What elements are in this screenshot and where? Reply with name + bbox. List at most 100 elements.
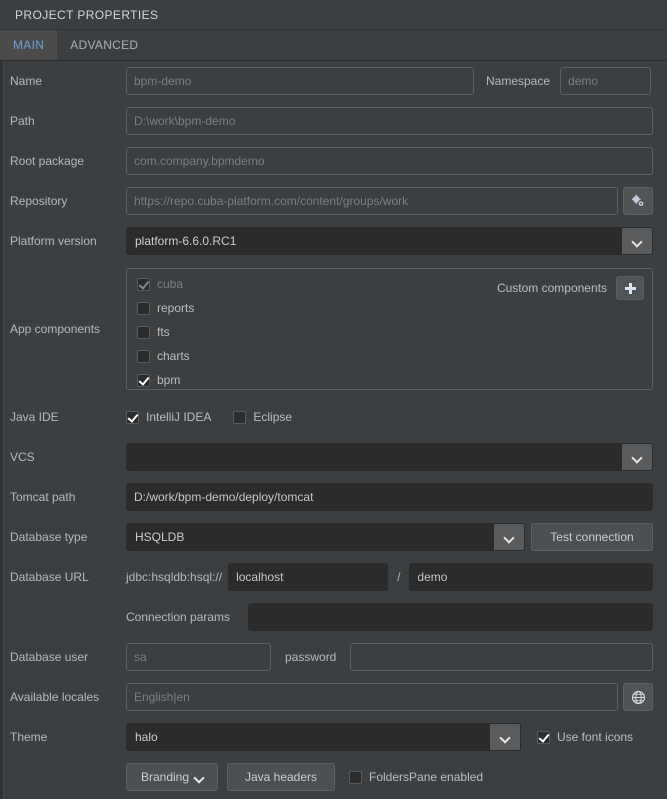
test-connection-button[interactable]: Test connection <box>531 523 653 551</box>
root-package-label: Root package <box>10 154 85 168</box>
database-type-label: Database type <box>10 530 88 544</box>
tab-advanced[interactable]: ADVANCED <box>57 30 151 60</box>
chevron-down-icon <box>195 773 203 781</box>
java-headers-button[interactable]: Java headers <box>227 763 335 791</box>
database-password-input[interactable] <box>350 643 653 671</box>
path-input[interactable] <box>126 107 653 135</box>
row-root-package: Root package <box>5 141 667 181</box>
custom-components-label: Custom components <box>496 281 607 295</box>
app-component-bpm-label: bpm <box>157 373 181 387</box>
row-app-components: App components Custom components cuba re… <box>5 261 667 397</box>
app-component-reports-label: reports <box>157 301 195 315</box>
checkbox-cuba[interactable] <box>137 277 150 291</box>
vcs-label: VCS <box>10 450 35 464</box>
row-available-locales: Available locales <box>5 677 667 717</box>
row-repository: Repository <box>5 181 667 221</box>
app-component-bpm[interactable]: bpm <box>137 373 642 387</box>
row-path: Path <box>5 101 667 141</box>
checkbox-folders-pane[interactable] <box>349 770 362 784</box>
row-theme: Theme halo Use font icons <box>5 717 667 757</box>
tab-advanced-label: ADVANCED <box>70 38 139 52</box>
java-ide-intellij-label: IntelliJ IDEA <box>146 410 212 424</box>
app-component-reports[interactable]: reports <box>137 301 642 315</box>
repository-input[interactable] <box>126 187 618 215</box>
theme-value: halo <box>135 730 158 744</box>
window-titlebar: PROJECT PROPERTIES <box>0 0 667 30</box>
database-url-prefix: jdbc:hsqldb:hsql:// <box>126 570 223 584</box>
database-type-select[interactable]: HSQLDB <box>126 523 525 551</box>
available-locales-button[interactable] <box>623 683 653 711</box>
checkbox-intellij-idea[interactable] <box>126 410 139 424</box>
namespace-label: Namespace <box>486 74 551 88</box>
checkbox-eclipse[interactable] <box>233 410 247 424</box>
repository-label: Repository <box>10 194 68 208</box>
row-database-user: Database user password <box>5 637 667 677</box>
app-components-label: App components <box>10 322 101 336</box>
row-name: Name Namespace <box>5 61 667 101</box>
name-input[interactable] <box>126 67 474 95</box>
java-ide-eclipse[interactable]: Eclipse <box>233 410 292 424</box>
row-tomcat-path: Tomcat path <box>5 477 667 517</box>
row-vcs: VCS <box>5 437 667 477</box>
tomcat-path-input[interactable] <box>126 483 653 511</box>
app-component-fts[interactable]: fts <box>137 325 642 339</box>
chevron-down-icon[interactable] <box>490 724 520 750</box>
repository-settings-button[interactable] <box>623 187 653 215</box>
tabbar: MAIN ADVANCED <box>0 30 667 61</box>
chevron-down-icon[interactable] <box>494 524 524 550</box>
folders-pane-label: FoldersPane enabled <box>369 770 484 784</box>
checkbox-bpm[interactable] <box>137 373 150 387</box>
platform-version-value: platform-6.6.0.RC1 <box>135 234 237 248</box>
checkbox-charts[interactable] <box>137 349 150 363</box>
tab-main-label: MAIN <box>13 38 45 52</box>
database-user-input[interactable] <box>126 643 271 671</box>
project-properties-window: PROJECT PROPERTIES MAIN ADVANCED Name Na… <box>0 0 667 799</box>
java-ide-intellij[interactable]: IntelliJ IDEA <box>126 410 211 424</box>
use-font-icons-checkbox-row[interactable]: Use font icons <box>537 730 633 744</box>
theme-select[interactable]: halo <box>126 723 521 751</box>
project-properties-form: Name Namespace Path Root package Reposit… <box>5 61 667 799</box>
custom-components-area: Custom components <box>497 276 644 300</box>
add-custom-component-button[interactable] <box>616 276 644 300</box>
app-component-cuba-label: cuba <box>157 277 184 291</box>
page-title: PROJECT PROPERTIES <box>15 7 159 22</box>
use-font-icons-label: Use font icons <box>557 730 634 744</box>
gear-icon <box>631 194 644 207</box>
app-component-fts-label: fts <box>157 325 170 339</box>
database-url-label: Database URL <box>10 570 89 584</box>
database-host-input[interactable] <box>228 563 389 591</box>
available-locales-input[interactable] <box>126 683 618 711</box>
globe-icon <box>631 690 645 704</box>
platform-version-select[interactable]: platform-6.6.0.RC1 <box>126 227 653 255</box>
branding-button[interactable]: Branding <box>126 763 218 791</box>
app-component-charts[interactable]: charts <box>137 349 642 363</box>
checkbox-reports[interactable] <box>137 301 150 315</box>
path-label: Path <box>10 114 35 128</box>
chevron-down-icon[interactable] <box>622 444 652 470</box>
database-password-label: password <box>285 650 337 664</box>
checkbox-use-font-icons[interactable] <box>537 730 550 744</box>
namespace-input[interactable] <box>560 67 652 95</box>
database-user-label: Database user <box>10 650 89 664</box>
java-ide-label: Java IDE <box>10 410 59 424</box>
vcs-select[interactable] <box>126 443 653 471</box>
theme-label: Theme <box>10 730 48 744</box>
row-database-type: Database type HSQLDB Test connection <box>5 517 667 557</box>
connection-params-input[interactable] <box>248 603 653 631</box>
connection-params-label: Connection params <box>126 610 231 624</box>
folders-pane-checkbox-row[interactable]: FoldersPane enabled <box>349 770 483 784</box>
database-type-value: HSQLDB <box>135 530 185 544</box>
row-database-url: Database URL jdbc:hsqldb:hsql:// / <box>5 557 667 597</box>
plus-icon <box>624 282 636 294</box>
row-connection-params: Connection params <box>5 597 667 637</box>
database-name-input[interactable] <box>409 563 653 591</box>
checkbox-fts[interactable] <box>137 325 150 339</box>
branding-button-label: Branding <box>140 770 190 784</box>
root-package-input[interactable] <box>126 147 653 175</box>
name-label: Name <box>10 74 43 88</box>
app-component-charts-label: charts <box>157 349 190 363</box>
tomcat-path-label: Tomcat path <box>10 490 76 504</box>
chevron-down-icon[interactable] <box>622 228 652 254</box>
platform-version-label: Platform version <box>10 234 97 248</box>
tab-main[interactable]: MAIN <box>0 30 58 60</box>
